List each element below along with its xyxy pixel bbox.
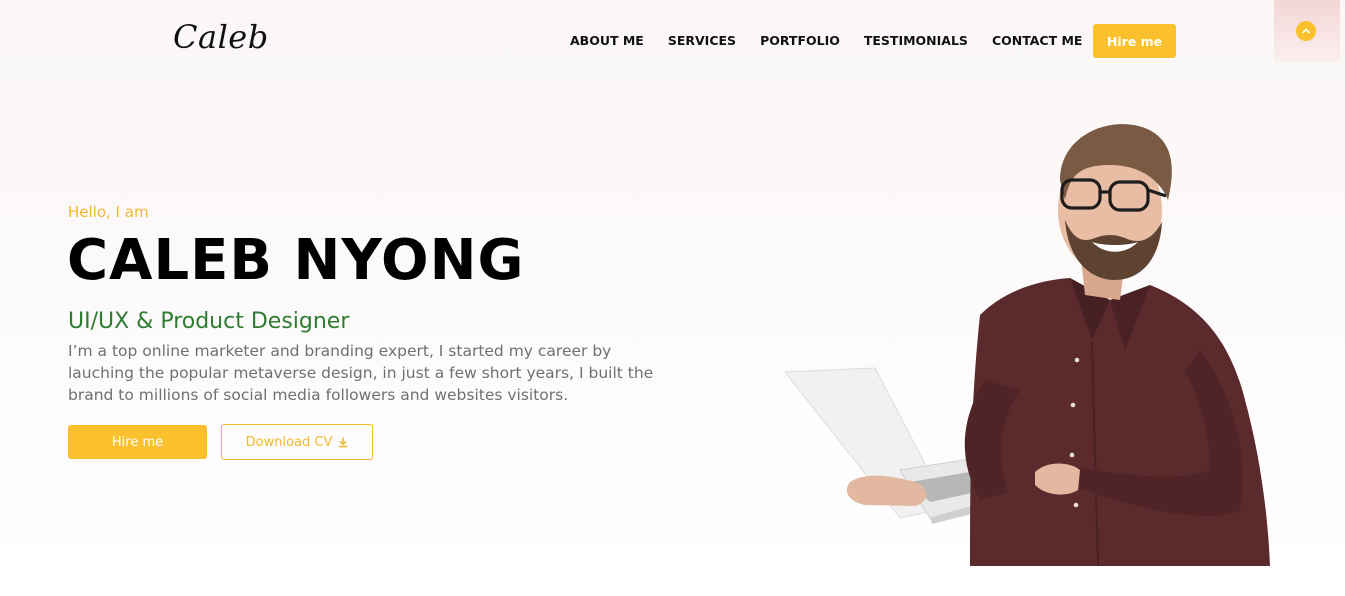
chevron-up-icon	[1302, 28, 1310, 34]
nav-item-testimonials[interactable]: TESTIMONIALS	[864, 33, 968, 48]
nav-item-contact-me[interactable]: CONTACT ME	[992, 33, 1083, 48]
download-icon	[339, 436, 348, 447]
scroll-top-button[interactable]	[1296, 21, 1316, 41]
hero-greeting: Hello, I am	[68, 203, 149, 221]
nav-item-portfolio[interactable]: PORTFOLIO	[760, 33, 840, 48]
download-cv-label: Download CV	[245, 434, 333, 450]
main-nav: ABOUT ME SERVICES PORTFOLIO TESTIMONIALS…	[570, 33, 1082, 48]
header-hire-button[interactable]: Hire me	[1093, 24, 1176, 58]
nav-item-services[interactable]: SERVICES	[668, 33, 736, 48]
hero-role: UI/UX & Product Designer	[68, 309, 350, 334]
hero-description: I’m a top online marketer and branding e…	[68, 342, 654, 404]
scroll-top-panel	[1274, 0, 1340, 62]
download-cv-button[interactable]: Download CV	[221, 424, 373, 460]
site-header: Caleb ABOUT ME SERVICES PORTFOLIO TESTIM…	[0, 0, 1345, 80]
logo[interactable]: Caleb	[173, 18, 269, 56]
hero-portrait-image	[784, 124, 1270, 566]
hero-name: CALEB NYONG	[67, 228, 525, 293]
hero-hire-button[interactable]: Hire me	[68, 425, 207, 459]
nav-item-about-me[interactable]: ABOUT ME	[570, 33, 644, 48]
